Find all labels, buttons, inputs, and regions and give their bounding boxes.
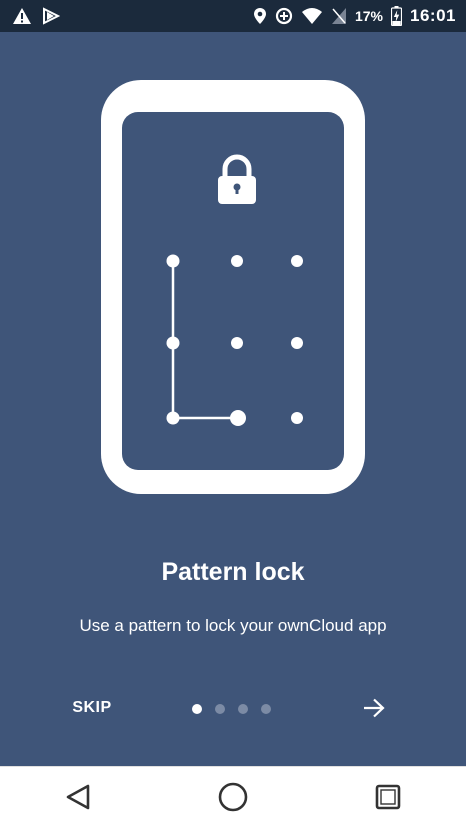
pattern-dot — [231, 255, 243, 267]
data-saver-icon — [275, 7, 293, 25]
onboarding-screen: Pattern lock Use a pattern to lock your … — [0, 32, 466, 766]
skip-button[interactable]: SKIP — [56, 688, 128, 728]
home-button[interactable] — [203, 772, 263, 822]
status-bar-notifications — [0, 7, 60, 25]
pattern-dot — [291, 255, 303, 267]
home-icon — [217, 781, 249, 813]
pattern-dot — [166, 336, 180, 350]
pattern-dot — [166, 254, 180, 268]
back-button[interactable] — [48, 772, 108, 822]
status-bar-system: 17% 16:01 — [253, 6, 466, 26]
page-dot-1[interactable] — [192, 704, 202, 714]
page-dot-2[interactable] — [215, 704, 225, 714]
location-icon — [253, 7, 267, 25]
pattern-dot — [166, 411, 180, 425]
status-bar: 17% 16:01 — [0, 0, 466, 32]
pattern-dot — [230, 410, 246, 426]
page-indicator — [192, 703, 271, 715]
onboarding-subtitle: Use a pattern to lock your ownCloud app — [79, 616, 387, 635]
pattern-dot — [291, 412, 303, 424]
recents-icon — [374, 783, 402, 811]
next-button[interactable] — [352, 686, 396, 730]
status-time: 16:01 — [410, 6, 456, 25]
pattern-dot — [231, 337, 243, 349]
battery-charging-icon — [391, 6, 403, 26]
page-dot-3[interactable] — [238, 704, 248, 714]
navigation-bar — [0, 766, 466, 827]
pattern-dot — [291, 337, 303, 349]
battery-percent: 17% — [354, 8, 384, 24]
page-dot-4[interactable] — [261, 704, 271, 714]
arrow-right-icon — [363, 698, 385, 718]
wifi-icon — [301, 7, 323, 25]
back-icon — [63, 782, 93, 812]
recents-button[interactable] — [358, 772, 418, 822]
play-store-icon — [42, 7, 60, 25]
no-sim-icon — [331, 7, 347, 25]
phone-illustration — [101, 80, 365, 494]
warning-icon — [12, 7, 32, 25]
onboarding-title: Pattern lock — [161, 558, 305, 586]
